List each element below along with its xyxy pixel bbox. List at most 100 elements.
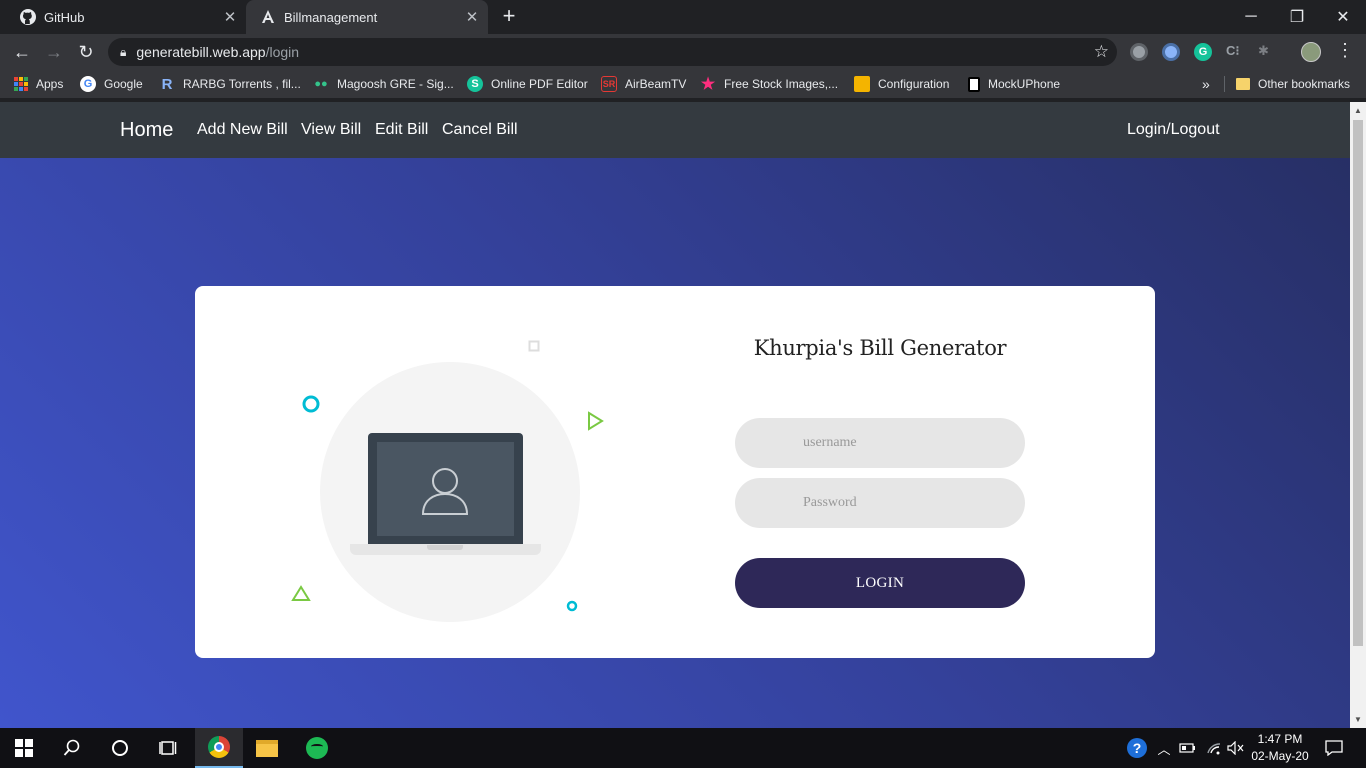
triangle-up-icon: [291, 585, 311, 601]
bookmark-airbeamtv[interactable]: SR AirBeamTV: [601, 70, 686, 98]
bookmark-label: Other bookmarks: [1258, 77, 1351, 91]
bookmark-label: AirBeamTV: [625, 77, 687, 91]
bookmark-configuration[interactable]: Configuration: [854, 70, 949, 98]
clock-date: 02-May-20: [1251, 749, 1309, 763]
page-scrollbar[interactable]: ▲ ▼: [1350, 102, 1366, 728]
extension-icon[interactable]: [1162, 43, 1180, 61]
username-input[interactable]: [735, 418, 1025, 468]
bookmark-google[interactable]: G Google: [80, 70, 143, 98]
google-icon: G: [80, 76, 96, 92]
page-viewport: Home Add New Bill View Bill Edit Bill Ca…: [0, 102, 1350, 728]
cortana-icon: [112, 740, 128, 756]
close-icon[interactable]: ✕: [462, 8, 482, 26]
scroll-down-icon[interactable]: ▼: [1354, 715, 1362, 724]
new-tab-button[interactable]: +: [498, 5, 520, 29]
battery-icon[interactable]: [1178, 728, 1198, 768]
github-icon: [20, 9, 36, 25]
rarbg-icon: R: [161, 75, 173, 93]
volume-muted-icon[interactable]: [1226, 728, 1246, 768]
password-input[interactable]: [735, 478, 1025, 528]
scroll-up-icon[interactable]: ▲: [1354, 106, 1362, 115]
close-icon[interactable]: ✕: [220, 8, 240, 26]
bookmark-label: MockUPhone: [988, 77, 1061, 91]
taskbar-spotify[interactable]: [293, 728, 341, 768]
airbeamtv-icon: SR: [601, 76, 617, 92]
help-icon: ?: [1127, 738, 1147, 758]
sejda-icon: S: [467, 76, 483, 92]
lock-icon: 🔒︎: [120, 44, 127, 59]
bookmark-pdf-editor[interactable]: S Online PDF Editor: [467, 70, 588, 98]
chevron-up-icon[interactable]: ︿: [1154, 728, 1174, 768]
grammarly-icon[interactable]: G: [1194, 43, 1212, 61]
bookmark-label: Magoosh GRE - Sig...: [337, 77, 454, 91]
spotify-icon: [306, 737, 328, 759]
minimize-button[interactable]: ─: [1228, 0, 1274, 34]
triangle-right-icon: [588, 411, 604, 431]
bookmark-star-icon[interactable]: ☆: [1094, 42, 1109, 62]
extension-icon[interactable]: C⁝: [1226, 43, 1244, 61]
apps-grid-icon: [14, 77, 28, 91]
box-icon: [854, 76, 870, 92]
nav-cancel-bill-link[interactable]: Cancel Bill: [442, 102, 518, 158]
login-card: Khurpia's Bill Generator LOGIN: [195, 286, 1155, 658]
phone-icon: [968, 76, 980, 92]
nav-home-link[interactable]: Home: [120, 102, 173, 158]
wifi-icon[interactable]: [1204, 728, 1224, 768]
start-button[interactable]: [0, 728, 48, 768]
profile-avatar[interactable]: [1301, 42, 1321, 62]
page-title: Khurpia's Bill Generator: [753, 336, 1007, 360]
notification-center-button[interactable]: [1320, 728, 1348, 768]
extension-icon[interactable]: ✱: [1258, 43, 1276, 61]
bookmarks-overflow-button[interactable]: »: [1202, 70, 1210, 98]
address-bar[interactable]: 🔒︎ generatebill.web.app/login ☆: [108, 38, 1117, 66]
extension-icon[interactable]: [1130, 43, 1148, 61]
other-bookmarks-folder[interactable]: Other bookmarks: [1236, 70, 1350, 98]
tab-title: GitHub: [44, 9, 85, 25]
nav-login-logout-link[interactable]: Login/Logout: [1127, 102, 1220, 158]
scrollbar-thumb[interactable]: [1353, 120, 1363, 646]
cortana-button[interactable]: [96, 728, 144, 768]
bookmark-label: Configuration: [878, 77, 950, 91]
browser-toolbar: ← → ↻ 🔒︎ generatebill.web.app/login ☆ G …: [0, 34, 1366, 70]
task-view-button[interactable]: [144, 728, 192, 768]
url-path: /login: [265, 44, 300, 60]
close-window-button[interactable]: ✕: [1320, 0, 1366, 34]
tray-help[interactable]: ?: [1126, 728, 1148, 768]
tab-billmanagement[interactable]: Billmanagement ✕: [246, 0, 488, 34]
notification-icon: [1325, 740, 1343, 756]
user-icon: [421, 468, 469, 515]
bookmark-apps[interactable]: Apps: [14, 70, 63, 98]
nav-view-bill-link[interactable]: View Bill: [301, 102, 361, 158]
folder-icon: [1236, 78, 1250, 90]
tab-title: Billmanagement: [284, 9, 378, 25]
back-arrow-icon[interactable]: ←: [8, 38, 36, 66]
nav-edit-bill-link[interactable]: Edit Bill: [375, 102, 428, 158]
taskbar-chrome[interactable]: [195, 728, 243, 768]
circle-outline-icon: [302, 395, 320, 413]
bookmark-label: Google: [104, 77, 143, 91]
bookmarks-bar: Apps G Google R RARBG Torrents , fil... …: [0, 70, 1366, 98]
nav-add-new-bill-link[interactable]: Add New Bill: [197, 102, 288, 158]
bookmark-magoosh[interactable]: ●● Magoosh GRE - Sig...: [313, 70, 454, 98]
login-form: Khurpia's Bill Generator LOGIN: [735, 286, 1025, 658]
reload-icon[interactable]: ↻: [72, 38, 100, 66]
bookmark-label: Apps: [36, 77, 64, 91]
restore-button[interactable]: ❐: [1274, 0, 1320, 34]
bookmark-mockuphone[interactable]: MockUPhone: [968, 70, 1060, 98]
laptop-screen: [368, 433, 523, 545]
windows-taskbar: ? ︿ 1:47 PM 02-May-20: [0, 728, 1366, 768]
bookmark-stock-images[interactable]: ★ Free Stock Images,...: [700, 70, 838, 98]
magoosh-icon: ●●: [314, 78, 328, 90]
login-button[interactable]: LOGIN: [735, 558, 1025, 608]
search-button[interactable]: [48, 728, 96, 768]
system-clock[interactable]: 1:47 PM 02-May-20: [1248, 731, 1312, 765]
star-icon: ★: [700, 76, 716, 93]
bookmark-rarbg[interactable]: R RARBG Torrents , fil...: [159, 70, 301, 98]
site-navbar: Home Add New Bill View Bill Edit Bill Ca…: [0, 102, 1350, 158]
taskbar-file-explorer[interactable]: [243, 728, 291, 768]
clock-time: 1:47 PM: [1257, 732, 1303, 746]
forward-arrow-icon[interactable]: →: [40, 38, 68, 66]
separator: [1224, 76, 1225, 92]
tab-github[interactable]: GitHub ✕: [0, 0, 246, 34]
menu-dots-icon[interactable]: ⋮: [1336, 40, 1354, 61]
